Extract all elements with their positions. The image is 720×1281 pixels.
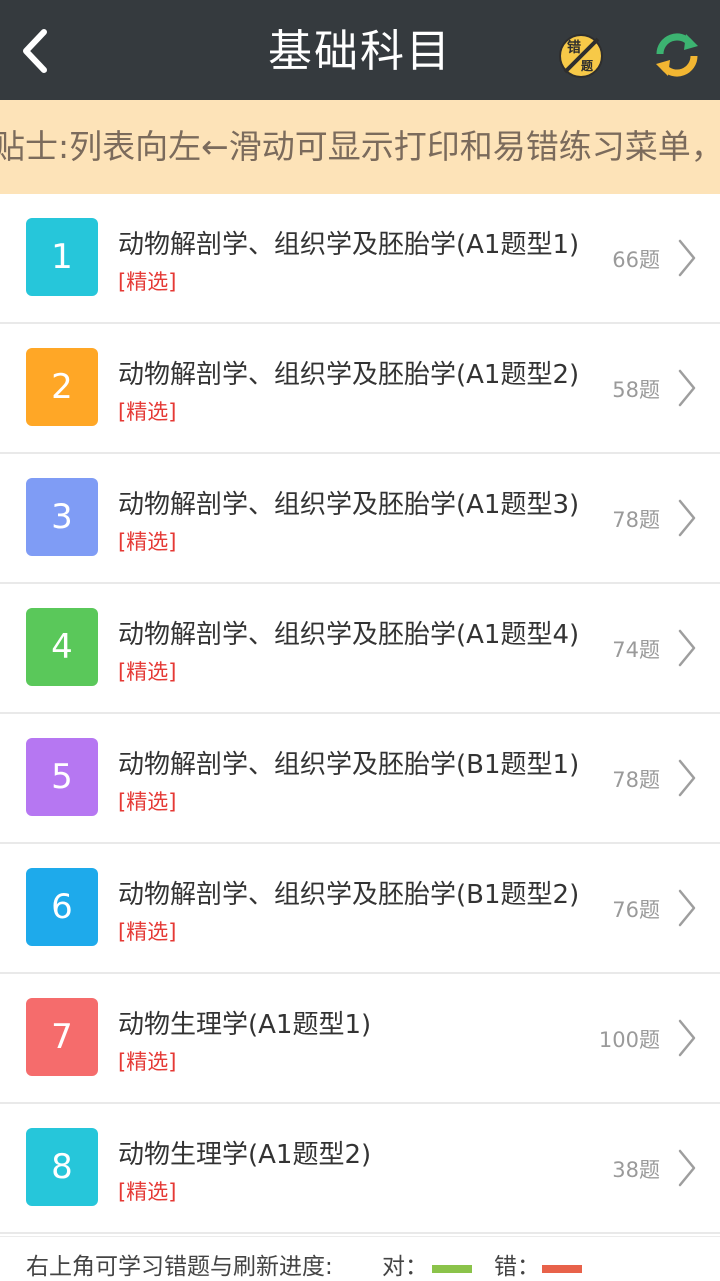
svg-text:错: 错 (567, 39, 581, 56)
wrong-questions-button[interactable]: 错 题 (556, 28, 606, 82)
list-item[interactable]: 4 动物解剖学、组织学及胚胎学(A1题型4) [精选] 74题 (0, 584, 720, 714)
item-tag: [精选] (118, 1050, 177, 1074)
item-title: 动物解剖学、组织学及胚胎学(A1题型1) (118, 230, 580, 260)
tip-text: 贴士:列表向左←滑动可显示打印和易错练习菜单，长 (0, 127, 720, 166)
legend-wrong-label: 错： (494, 1254, 540, 1280)
item-title: 动物解剖学、组织学及胚胎学(A1题型4) (118, 620, 580, 650)
list-item[interactable]: 8 动物生理学(A1题型2) [精选] 38题 (0, 1104, 720, 1234)
item-title: 动物生理学(A1题型1) (118, 1010, 372, 1040)
legend-correct-label: 对： (382, 1254, 428, 1280)
chevron-right-icon (678, 239, 696, 277)
item-question-count: 66题 (612, 248, 660, 272)
item-question-count: 58题 (612, 378, 660, 402)
refresh-button[interactable] (652, 30, 702, 80)
tip-banner: 贴士:列表向左←滑动可显示打印和易错练习菜单，长 (0, 100, 720, 194)
chevron-right-icon (678, 369, 696, 407)
chevron-right-icon (678, 759, 696, 797)
item-number-badge: 2 (26, 348, 98, 426)
item-title: 动物生理学(A1题型2) (118, 1140, 372, 1170)
footer-bar: 右上角可学习错题与刷新进度: 对： 错： (0, 1236, 720, 1281)
svg-text:题: 题 (581, 59, 594, 73)
item-title: 动物解剖学、组织学及胚胎学(B1题型1) (118, 750, 580, 780)
item-title: 动物解剖学、组织学及胚胎学(B1题型2) (118, 880, 580, 910)
item-number-badge: 4 (26, 608, 98, 686)
item-question-count: 38题 (612, 1158, 660, 1182)
list-item[interactable]: 2 动物解剖学、组织学及胚胎学(A1题型2) [精选] 58题 (0, 324, 720, 454)
item-tag: [精选] (118, 920, 177, 944)
top-bar: 基础科目 错 题 (0, 0, 720, 100)
item-number-badge: 8 (26, 1128, 98, 1206)
footer-hint: 右上角可学习错题与刷新进度: (26, 1254, 333, 1280)
list-item[interactable]: 5 动物解剖学、组织学及胚胎学(B1题型1) [精选] 78题 (0, 714, 720, 844)
subject-list: 1 动物解剖学、组织学及胚胎学(A1题型1) [精选] 66题 2 动物解剖学、组织学及胚… (0, 194, 720, 1234)
item-question-count: 78题 (612, 508, 660, 532)
list-item[interactable]: 1 动物解剖学、组织学及胚胎学(A1题型1) [精选] 66题 (0, 194, 720, 324)
list-item[interactable]: 7 动物生理学(A1题型1) [精选] 100题 (0, 974, 720, 1104)
list-item[interactable]: 3 动物解剖学、组织学及胚胎学(A1题型3) [精选] 78题 (0, 454, 720, 584)
item-tag: [精选] (118, 400, 177, 424)
legend-wrong-bar (542, 1265, 582, 1273)
chevron-right-icon (678, 1149, 696, 1187)
item-tag: [精选] (118, 1180, 177, 1204)
item-title: 动物解剖学、组织学及胚胎学(A1题型2) (118, 360, 580, 390)
item-title: 动物解剖学、组织学及胚胎学(A1题型3) (118, 490, 580, 520)
item-number-badge: 6 (26, 868, 98, 946)
item-tag: [精选] (118, 660, 177, 684)
item-number-badge: 5 (26, 738, 98, 816)
chevron-right-icon (678, 889, 696, 927)
item-number-badge: 3 (26, 478, 98, 556)
wrong-questions-icon: 错 题 (559, 34, 603, 78)
item-question-count: 76题 (612, 898, 660, 922)
item-number-badge: 1 (26, 218, 98, 296)
item-tag: [精选] (118, 270, 177, 294)
item-question-count: 100题 (598, 1028, 660, 1052)
chevron-right-icon (678, 1019, 696, 1057)
refresh-icon (656, 33, 698, 77)
item-tag: [精选] (118, 530, 177, 554)
list-item[interactable]: 6 动物解剖学、组织学及胚胎学(B1题型2) [精选] 76题 (0, 844, 720, 974)
item-question-count: 74题 (612, 638, 660, 662)
item-number-badge: 7 (26, 998, 98, 1076)
chevron-right-icon (678, 499, 696, 537)
chevron-right-icon (678, 629, 696, 667)
item-question-count: 78题 (612, 768, 660, 792)
legend-correct-bar (432, 1265, 472, 1273)
page-title: 基础科目 (268, 26, 452, 77)
item-tag: [精选] (118, 790, 177, 814)
